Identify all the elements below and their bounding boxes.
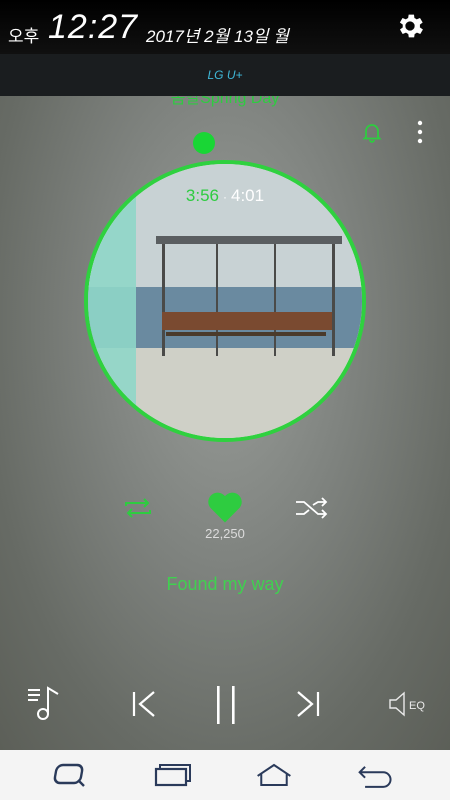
previous-icon[interactable]	[130, 688, 158, 720]
shuffle-icon[interactable]	[294, 496, 330, 520]
navigation-bar	[0, 750, 450, 800]
repeat-icon[interactable]	[120, 496, 156, 520]
carrier-label: LG U+	[207, 68, 243, 82]
back-icon[interactable]	[356, 760, 396, 790]
status-ampm: 오후	[8, 27, 40, 46]
secondary-controls: 22,250	[0, 488, 450, 548]
elapsed-time: 3:56	[185, 186, 219, 205]
total-time: 4:01	[231, 186, 265, 205]
status-time: 12:27	[48, 8, 139, 46]
status-date: 2017년 2월 13일 월	[146, 27, 289, 46]
recent-apps-icon[interactable]	[152, 760, 192, 790]
music-player: 봄날Spring Day 3:56 · 4:01 22,250 Found my…	[0, 96, 450, 750]
more-vert-icon[interactable]	[410, 118, 430, 146]
pause-icon[interactable]	[214, 684, 238, 726]
carrier-bar: LG U+	[0, 54, 450, 96]
like-count: 22,250	[205, 526, 245, 541]
album-art-disc[interactable]: 3:56 · 4:01	[84, 160, 366, 442]
home-icon[interactable]	[254, 760, 294, 790]
next-icon[interactable]	[294, 688, 322, 720]
eq-label: EQ	[409, 700, 425, 712]
heart-icon[interactable]	[206, 490, 244, 524]
time-separator: ·	[223, 190, 227, 204]
status-bar: 오후 12:27 2017년 2월 13일 월	[0, 0, 450, 54]
song-title: Found my way	[166, 574, 284, 594]
progress-handle[interactable]	[193, 132, 215, 154]
album-title: 봄날Spring Day	[170, 96, 280, 107]
equalizer-icon[interactable]: EQ	[388, 688, 428, 720]
playback-controls: EQ	[0, 684, 450, 728]
search-icon[interactable]	[52, 760, 92, 790]
playlist-icon[interactable]	[26, 684, 66, 724]
track-times: 3:56 · 4:01	[88, 186, 362, 206]
gear-icon[interactable]	[394, 10, 426, 42]
album-art-shelter	[156, 236, 342, 356]
bell-icon[interactable]	[360, 120, 384, 144]
